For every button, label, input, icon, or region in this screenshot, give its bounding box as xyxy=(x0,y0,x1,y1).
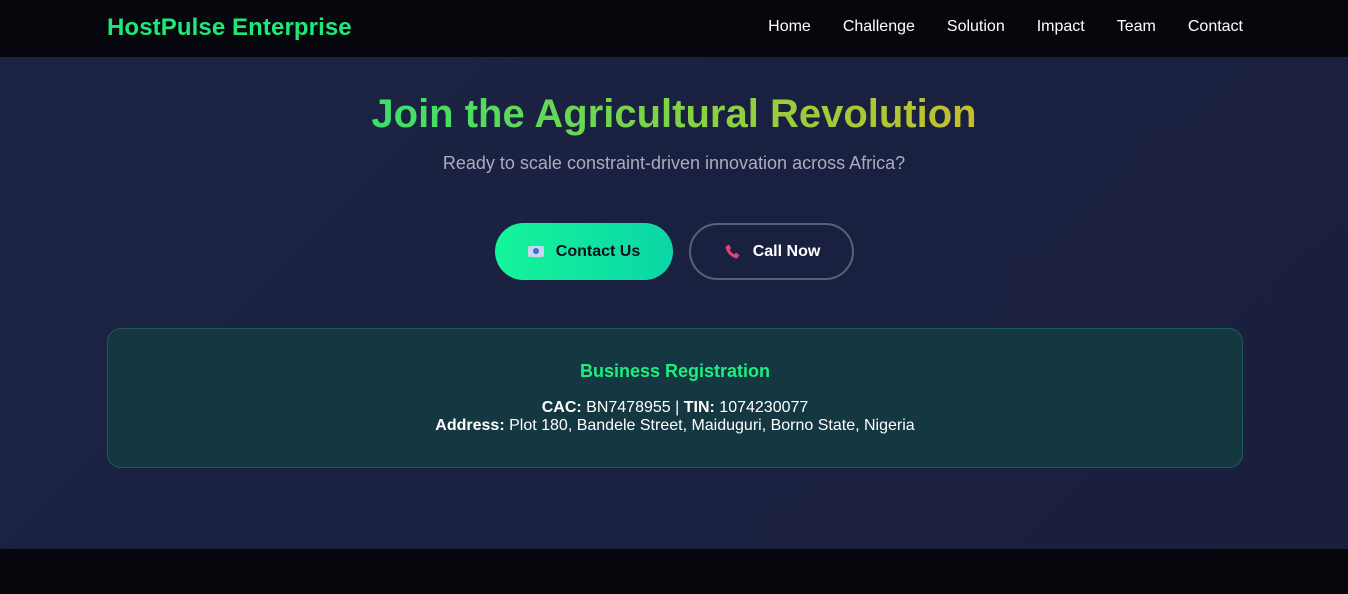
brand-logo-text[interactable]: HostPulse Enterprise xyxy=(107,14,352,42)
nav-link-challenge[interactable]: Challenge xyxy=(843,17,915,37)
page-footer xyxy=(0,549,1348,594)
id-separator: | xyxy=(675,399,680,416)
hero-title: Join the Agricultural Revolution xyxy=(0,91,1348,137)
contact-us-button[interactable]: Contact Us xyxy=(495,223,673,280)
address-value: Plot 180, Bandele Street, Maiduguri, Bor… xyxy=(509,417,915,434)
cta-section: Join the Agricultural Revolution Ready t… xyxy=(0,57,1348,549)
registration-address-line: Address: Plot 180, Bandele Street, Maidu… xyxy=(108,417,1242,435)
tin-value: 1074230077 xyxy=(719,399,809,416)
nav-link-contact[interactable]: Contact xyxy=(1188,17,1243,37)
contact-us-label: Contact Us xyxy=(555,242,641,260)
nav-link-solution[interactable]: Solution xyxy=(947,17,1005,37)
nav-link-impact[interactable]: Impact xyxy=(1037,17,1085,37)
cac-label: CAC: xyxy=(541,399,582,416)
business-registration-card: Business Registration CAC: BN7478955 | T… xyxy=(107,328,1243,468)
email-icon xyxy=(527,246,544,257)
call-now-label: Call Now xyxy=(752,242,821,260)
business-registration-title: Business Registration xyxy=(579,361,771,381)
nav-links: Home Challenge Solution Impact Team Cont… xyxy=(768,17,1243,37)
hero-title-text: Join the Agricultural Revolution xyxy=(371,92,977,136)
cac-value: BN7478955 xyxy=(586,399,671,416)
tin-label: TIN: xyxy=(683,399,715,416)
phone-icon xyxy=(725,244,739,258)
top-navbar: HostPulse Enterprise Home Challenge Solu… xyxy=(0,0,1348,57)
nav-link-team[interactable]: Team xyxy=(1117,17,1156,37)
nav-link-home[interactable]: Home xyxy=(768,17,811,37)
call-now-button[interactable]: Call Now xyxy=(689,223,854,280)
address-label: Address: xyxy=(435,417,505,434)
hero-subtitle: Ready to scale constraint-driven innovat… xyxy=(442,153,906,173)
registration-ids-line: CAC: BN7478955 | TIN: 1074230077 xyxy=(108,399,1242,417)
